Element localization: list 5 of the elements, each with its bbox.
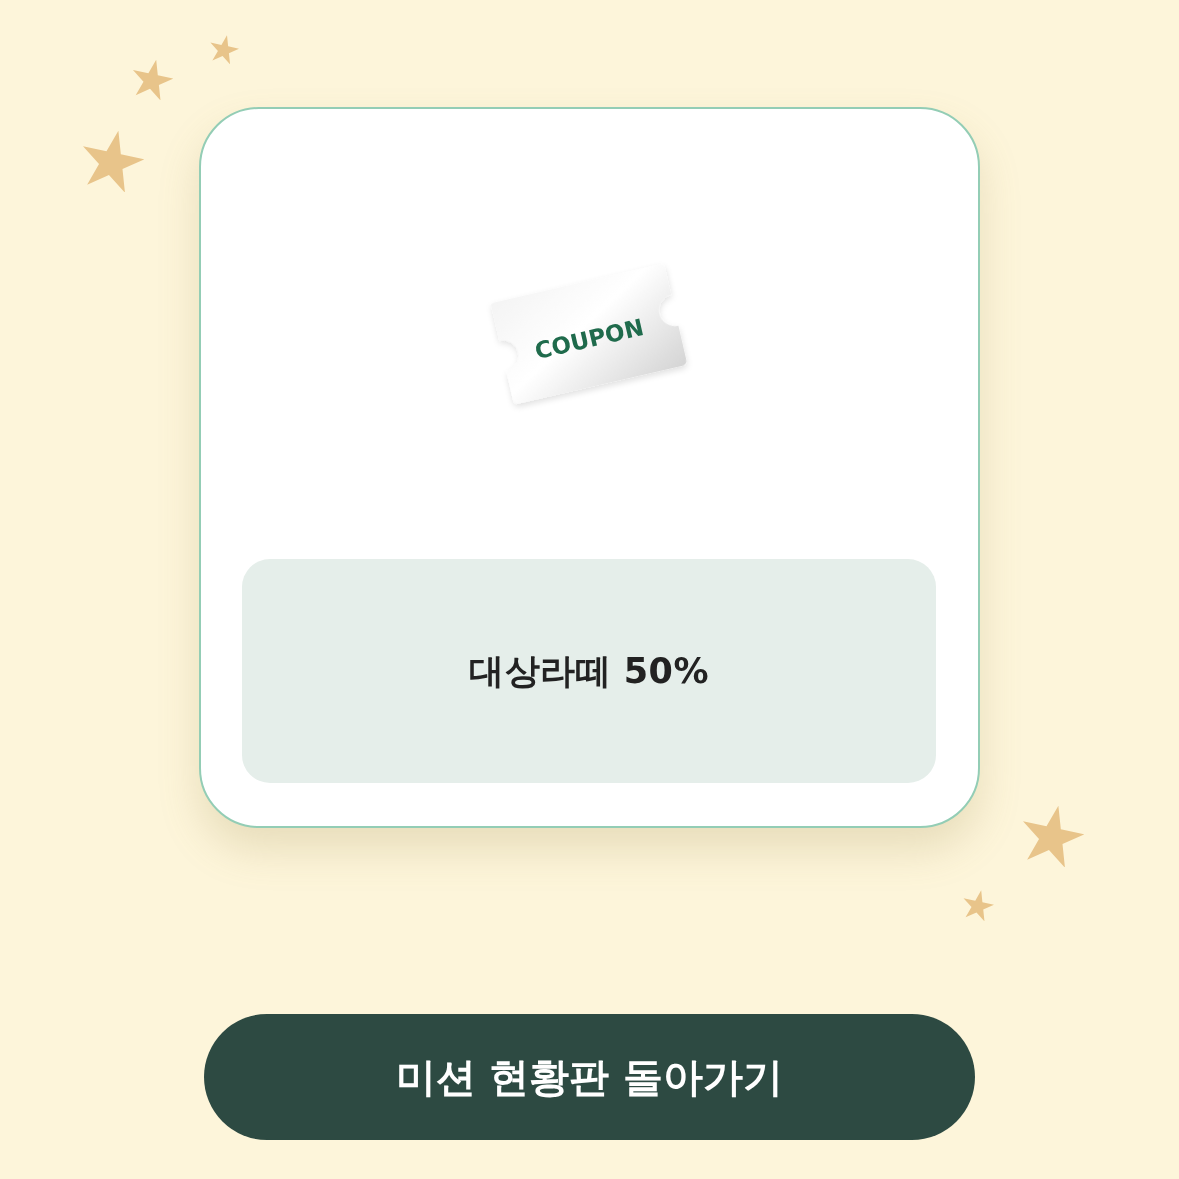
benefit-text: 대상라떼 50% (469, 649, 709, 693)
star-icon (209, 34, 239, 64)
star-icon (962, 889, 994, 921)
star-icon (131, 58, 173, 100)
back-to-mission-board-button[interactable]: 미션 현황판 돌아가기 (204, 1014, 975, 1140)
